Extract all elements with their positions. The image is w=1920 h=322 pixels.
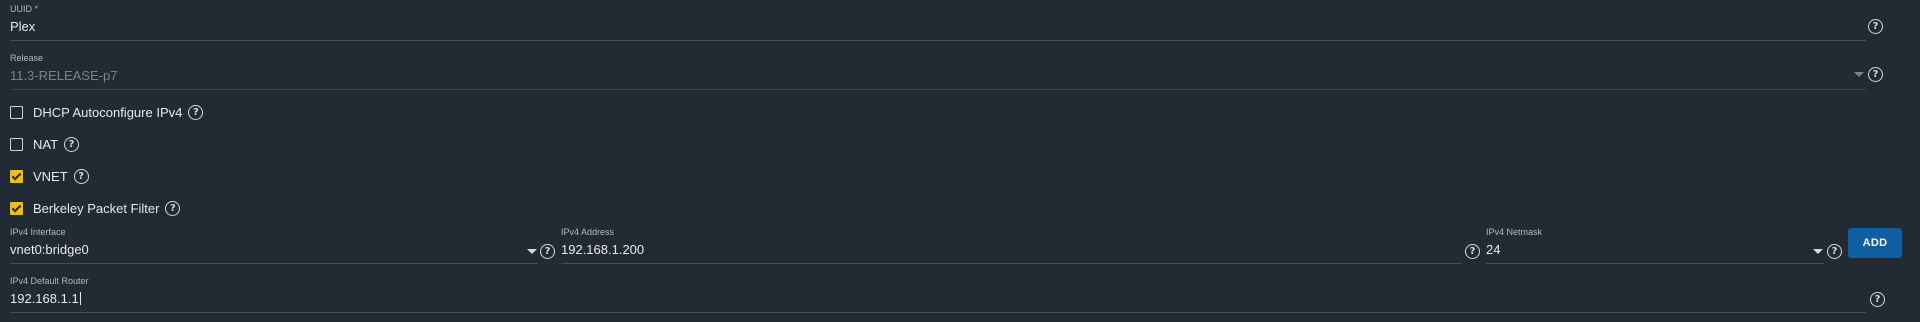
dhcp-autoconfigure-checkbox-row[interactable]: DHCP Autoconfigure IPv4 ?	[10, 103, 204, 121]
ipv4-address-field[interactable]: IPv4 Address 192.168.1.200	[561, 227, 1462, 267]
help-icon[interactable]: ?	[73, 168, 89, 184]
caret-down-icon[interactable]	[1813, 249, 1823, 254]
ipv4-default-router-label: IPv4 Default Router	[10, 276, 89, 286]
release-select: Release 11.3-RELEASE-p7	[10, 53, 1866, 93]
help-icon[interactable]: ?	[165, 200, 181, 216]
help-icon[interactable]: ?	[1868, 19, 1883, 34]
uuid-label: UUID *	[10, 4, 39, 14]
text-cursor	[79, 292, 81, 305]
ipv4-default-router-underline	[10, 312, 1866, 313]
uuid-field[interactable]: UUID * Plex	[10, 4, 1866, 44]
help-icon[interactable]: ?	[1870, 292, 1885, 307]
ipv4-interface-label: IPv4 Interface	[10, 227, 66, 237]
dhcp-autoconfigure-checkbox[interactable]	[10, 105, 23, 119]
vnet-checkbox-row[interactable]: VNET ?	[10, 167, 89, 185]
ipv4-default-router-text: 192.168.1.1	[10, 291, 79, 306]
help-icon[interactable]: ?	[64, 136, 80, 152]
ipv4-default-router-field[interactable]: IPv4 Default Router 192.168.1.1	[10, 276, 1866, 316]
help-icon[interactable]: ?	[188, 104, 204, 120]
ipv4-netmask-select[interactable]: IPv4 Netmask 24	[1486, 227, 1824, 267]
caret-down-icon	[1854, 72, 1864, 77]
uuid-input[interactable]: Plex	[10, 19, 35, 34]
nat-label: NAT	[33, 136, 59, 152]
dhcp-autoconfigure-label: DHCP Autoconfigure IPv4	[33, 104, 183, 120]
ipv4-interface-select[interactable]: IPv4 Interface vnet0:bridge0	[10, 227, 538, 267]
bpf-checkbox-row[interactable]: Berkeley Packet Filter ?	[10, 199, 181, 217]
berkeley-packet-filter-checkbox[interactable]	[10, 201, 23, 215]
ipv4-default-router-input[interactable]: 192.168.1.1	[10, 291, 81, 306]
help-icon[interactable]: ?	[540, 244, 555, 259]
ipv4-netmask-underline	[1486, 263, 1824, 264]
ipv4-address-input[interactable]: 192.168.1.200	[561, 242, 644, 257]
release-value: 11.3-RELEASE-p7	[10, 68, 118, 83]
ipv4-netmask-label: IPv4 Netmask	[1486, 227, 1543, 237]
ipv4-interface-value[interactable]: vnet0:bridge0	[10, 242, 89, 257]
help-icon[interactable]: ?	[1827, 244, 1842, 259]
release-underline	[10, 89, 1866, 90]
help-icon[interactable]: ?	[1868, 67, 1883, 82]
caret-down-icon[interactable]	[527, 249, 537, 254]
release-label: Release	[10, 53, 44, 63]
add-button[interactable]: ADD	[1848, 228, 1902, 258]
nat-checkbox-row[interactable]: NAT ?	[10, 135, 80, 153]
help-icon[interactable]: ?	[1465, 244, 1480, 259]
ipv4-address-underline	[561, 263, 1462, 264]
ipv4-interface-underline	[10, 263, 538, 264]
ipv4-address-label: IPv4 Address	[561, 227, 615, 237]
vnet-label: VNET	[33, 168, 68, 184]
vnet-checkbox[interactable]	[10, 169, 23, 183]
uuid-underline	[10, 40, 1866, 41]
nat-checkbox[interactable]	[10, 137, 23, 151]
berkeley-packet-filter-label: Berkeley Packet Filter	[33, 200, 160, 216]
ipv4-netmask-value[interactable]: 24	[1486, 242, 1500, 257]
